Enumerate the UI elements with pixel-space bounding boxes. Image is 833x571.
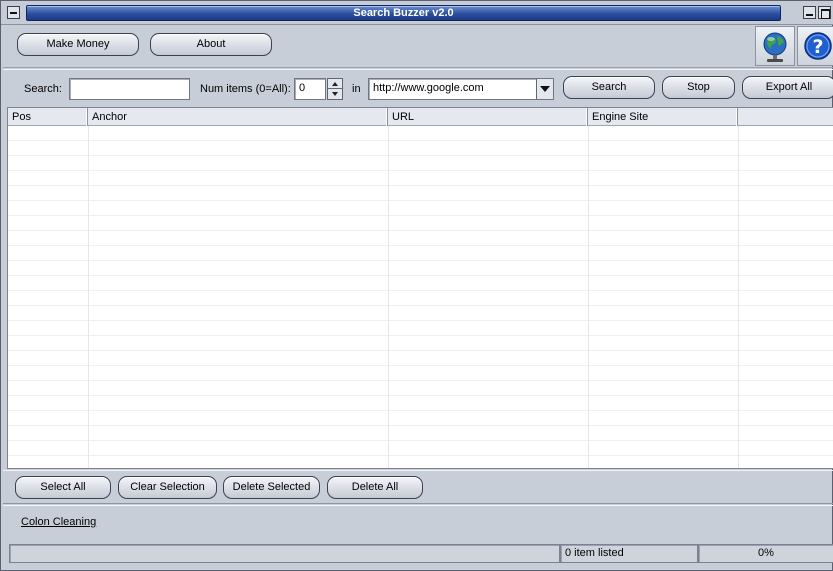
chevron-down-icon[interactable] xyxy=(536,79,553,99)
select-all-button[interactable]: Select All xyxy=(15,476,111,499)
minimize-icon[interactable] xyxy=(803,6,816,19)
clear-selection-button[interactable]: Clear Selection xyxy=(118,476,217,499)
globe-button[interactable] xyxy=(755,26,795,66)
window-title: Search Buzzer v2.0 xyxy=(353,7,454,19)
title-bar[interactable]: Search Buzzer v2.0 xyxy=(1,1,833,25)
help-icon: ? xyxy=(804,32,832,60)
num-items-label: Num items (0=All): xyxy=(200,83,291,95)
about-button[interactable]: About xyxy=(150,33,272,56)
app-window: Search Buzzer v2.0 Make Money About ? Se… xyxy=(0,0,833,571)
action-bar: Select All Clear Selection Delete Select… xyxy=(3,470,833,504)
title-strip[interactable]: Search Buzzer v2.0 xyxy=(26,5,781,21)
column-header-engine-site[interactable]: Engine Site xyxy=(588,108,738,126)
column-header-url[interactable]: URL xyxy=(388,108,588,126)
item-count-status: 0 item listed xyxy=(560,544,698,563)
status-message xyxy=(9,544,560,563)
table-body[interactable] xyxy=(8,126,833,468)
engine-select-value: http://www.google.com xyxy=(373,82,484,94)
column-divider xyxy=(388,126,389,468)
column-header-extra[interactable] xyxy=(738,108,833,126)
top-toolbar: Make Money About ? xyxy=(3,26,833,68)
column-divider xyxy=(588,126,589,468)
window-menu-icon[interactable] xyxy=(7,6,20,19)
status-bar: 0 item listed 0% xyxy=(3,542,833,566)
table-header: Pos Anchor URL Engine Site xyxy=(8,108,833,126)
stepper-down-icon[interactable] xyxy=(328,89,342,99)
colon-cleaning-link[interactable]: Colon Cleaning xyxy=(21,516,96,528)
search-input[interactable] xyxy=(69,78,190,100)
delete-all-button[interactable]: Delete All xyxy=(327,476,423,499)
link-row: Colon Cleaning xyxy=(3,505,833,540)
search-bar: Search: Num items (0=All): 0 in http://w… xyxy=(3,69,833,105)
stepper-up-icon[interactable] xyxy=(328,79,342,89)
help-button[interactable]: ? xyxy=(797,26,833,66)
export-all-button[interactable]: Export All xyxy=(742,76,833,99)
globe-icon xyxy=(763,32,787,62)
search-label: Search: xyxy=(24,83,62,95)
num-items-stepper[interactable] xyxy=(327,78,343,100)
num-items-input[interactable]: 0 xyxy=(294,78,326,100)
maximize-icon[interactable] xyxy=(818,6,831,19)
in-label: in xyxy=(352,83,361,95)
column-header-pos[interactable]: Pos xyxy=(8,108,88,126)
progress-status: 0% xyxy=(698,544,833,563)
search-button[interactable]: Search xyxy=(563,76,655,99)
results-table[interactable]: Pos Anchor URL Engine Site xyxy=(7,107,833,469)
stop-button[interactable]: Stop xyxy=(662,76,735,99)
engine-select[interactable]: http://www.google.com xyxy=(368,78,554,100)
delete-selected-button[interactable]: Delete Selected xyxy=(223,476,320,499)
column-divider xyxy=(738,126,739,468)
make-money-button[interactable]: Make Money xyxy=(17,33,139,56)
column-header-anchor[interactable]: Anchor xyxy=(88,108,388,126)
column-divider xyxy=(88,126,89,468)
svg-text:?: ? xyxy=(812,36,823,58)
